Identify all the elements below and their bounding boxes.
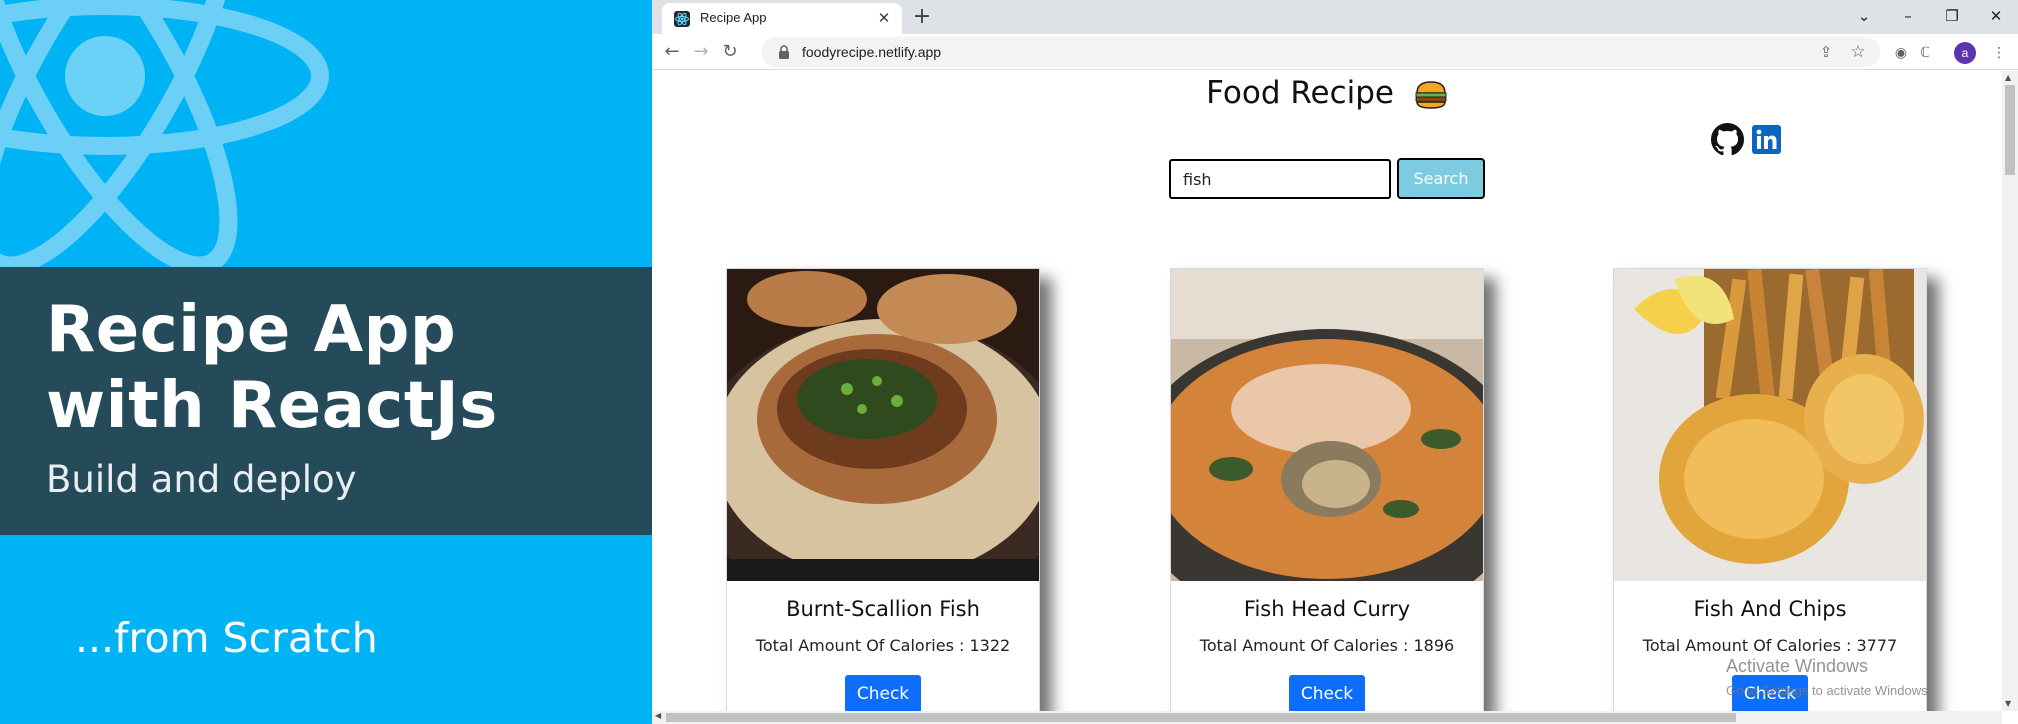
- scroll-up-icon[interactable]: ▲: [2005, 73, 2011, 82]
- close-tab-icon[interactable]: ✕: [874, 8, 894, 28]
- puzzle-icon[interactable]: [1914, 42, 1936, 64]
- tab-search-chevron-icon[interactable]: ⌄: [1844, 2, 1884, 30]
- burger-icon: [1415, 80, 1447, 109]
- recipe-image-fish-head-curry: [1171, 269, 1483, 581]
- recipe-card: Fish And Chips Total Amount Of Calories …: [1613, 268, 1927, 711]
- promo-banner: Recipe App with ReactJs Build and deploy…: [0, 0, 652, 724]
- check-button[interactable]: Check: [1289, 675, 1365, 711]
- activate-windows-title: Activate Windows: [1726, 656, 1869, 676]
- recipe-image-burnt-scallion-fish: [727, 269, 1039, 581]
- screen: Recipe App with ReactJs Build and deploy…: [0, 0, 2018, 724]
- github-icon[interactable]: [1711, 123, 1744, 156]
- banner-title: Recipe App with ReactJs: [46, 293, 498, 443]
- scroll-left-icon[interactable]: ◀: [655, 711, 661, 720]
- extension-icon[interactable]: ◉: [1890, 42, 1912, 64]
- recipe-calories: Total Amount Of Calories : 1896: [1199, 636, 1455, 655]
- minimize-icon[interactable]: –: [1888, 2, 1928, 30]
- check-button[interactable]: Check: [845, 675, 921, 711]
- activate-windows-watermark: Activate Windows Go to Settings to activ…: [1726, 656, 1931, 698]
- recipe-card: Burnt-Scallion Fish Total Amount Of Calo…: [726, 268, 1040, 711]
- search-input[interactable]: [1169, 159, 1391, 199]
- profile-avatar[interactable]: a: [1954, 42, 1976, 64]
- vertical-scrollbar[interactable]: ▲ ▼: [2002, 71, 2018, 711]
- recipe-title: Burnt-Scallion Fish: [786, 597, 980, 621]
- browser-window: Recipe App ✕ + ⌄ – ❐ ✕ ← → ↻ foodyrecipe…: [652, 0, 2018, 724]
- url-text: foodyrecipe.netlify.app: [802, 44, 942, 60]
- favicon-icon: [674, 11, 690, 27]
- tab-recipe-app[interactable]: Recipe App ✕: [662, 3, 902, 34]
- restore-icon[interactable]: ❐: [1932, 2, 1972, 30]
- reload-icon[interactable]: ↻: [718, 40, 742, 64]
- tab-title: Recipe App: [700, 10, 767, 25]
- search-button[interactable]: Search: [1397, 158, 1485, 199]
- react-logo-icon: [0, 0, 329, 267]
- lock-icon: [779, 45, 789, 59]
- bookmark-star-icon[interactable]: ☆: [1846, 40, 1870, 64]
- tab-strip: Recipe App ✕ + ⌄ – ❐ ✕: [652, 0, 2018, 34]
- recipe-calories: Total Amount Of Calories : 3777: [1642, 636, 1898, 655]
- recipe-title: Fish And Chips: [1693, 597, 1847, 621]
- scroll-down-icon[interactable]: ▼: [2005, 699, 2011, 708]
- close-window-icon[interactable]: ✕: [1976, 2, 2016, 30]
- back-icon[interactable]: ←: [660, 40, 684, 64]
- browser-toolbar: ← → ↻ foodyrecipe.netlify.app ⇪ ☆ ◉ ℂ a …: [652, 34, 2018, 70]
- page-viewport: Food Recipe fish Search Burnt-Scallion F…: [652, 71, 2002, 711]
- page-title-text: Food Recipe: [1206, 75, 1394, 111]
- vertical-scroll-thumb[interactable]: [2005, 85, 2015, 175]
- recipe-card: Fish Head Curry Total Amount Of Calories…: [1170, 268, 1484, 711]
- new-tab-icon[interactable]: +: [910, 5, 934, 29]
- horizontal-scrollbar[interactable]: ◀: [652, 711, 2002, 724]
- banner-subtitle: Build and deploy: [46, 458, 357, 501]
- banner-tagline: ...from Scratch: [75, 614, 378, 662]
- page-title: Food Recipe: [652, 75, 2002, 111]
- linkedin-icon[interactable]: [1752, 125, 1781, 154]
- activate-windows-hint: Go to Settings to activate Windows.: [1726, 683, 1932, 698]
- forward-icon[interactable]: →: [689, 40, 713, 64]
- recipe-title: Fish Head Curry: [1243, 597, 1411, 621]
- horizontal-scroll-thumb[interactable]: [666, 713, 1736, 722]
- recipe-image-fish-and-chips: [1614, 269, 1926, 581]
- address-bar[interactable]: foodyrecipe.netlify.app ⇪ ☆: [762, 37, 1880, 67]
- menu-dots-icon[interactable]: ⋮: [1988, 42, 2010, 64]
- share-icon[interactable]: ⇪: [1814, 40, 1838, 64]
- recipe-calories: Total Amount Of Calories : 1322: [755, 636, 1011, 655]
